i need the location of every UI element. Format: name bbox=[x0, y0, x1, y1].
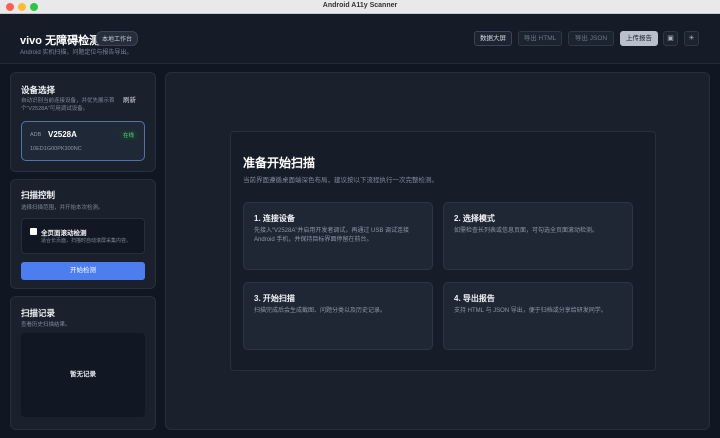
device-card-desc: 自动识别当前连接设备，并优先展示首个“V2528A”可用调试设备。 bbox=[21, 98, 115, 112]
scan-control-card: 扫描控制 选择扫描范围，并开始本次检测。 全页面滚动检测 适合长页面，扫描时自动… bbox=[10, 179, 156, 289]
save-icon[interactable]: ▣ bbox=[663, 31, 678, 46]
getting-started-title: 准备开始扫描 bbox=[243, 156, 316, 170]
getting-started-panel: 准备开始扫描 当前界面遵循桌面端深色布局，建议按以下流程执行一次完整检测。 1.… bbox=[230, 131, 656, 371]
scan-control-desc: 选择扫描范围，并开始本次检测。 bbox=[21, 205, 104, 211]
step-desc: 支持 HTML 与 JSON 导出，便于归档或分享给研发同学。 bbox=[454, 308, 607, 314]
step-card: 3. 开始扫描 扫描完成后会生成截图、问题分类以及历史记录。 bbox=[243, 282, 433, 350]
step-card: 2. 选择模式 如需检查长列表或信息页面，可勾选全页面滚动检测。 bbox=[443, 202, 633, 270]
step-card: 4. 导出报告 支持 HTML 与 JSON 导出，便于归档或分享给研发同学。 bbox=[443, 282, 633, 350]
step-title: 3. 开始扫描 bbox=[254, 294, 295, 303]
app-subtitle: Android 实机扫描，问题定位与报告导出。 bbox=[20, 50, 133, 56]
device-status-badge: 在线 bbox=[118, 130, 138, 140]
device-serial: 10ED1G00PK300NC bbox=[30, 146, 82, 152]
device-item[interactable]: ADB V2528A 在线 10ED1G00PK300NC bbox=[21, 121, 145, 161]
step-desc: 先接入“V2528A”并启用开发者调试，再通过 USB 调试连接 Android… bbox=[254, 228, 410, 243]
app-brand: vivo 无障碍检测 bbox=[20, 35, 101, 47]
refresh-button[interactable]: 刷新 bbox=[123, 94, 136, 104]
dashboard-button[interactable]: 数据大屏 bbox=[474, 31, 512, 46]
full-page-scroll-desc: 适合长页面，扫描时自动滚屏采集内容。 bbox=[41, 238, 132, 244]
app-header: vivo 无障碍检测 本地工作台 Android 实机扫描，问题定位与报告导出。… bbox=[0, 14, 720, 64]
theme-toggle-icon[interactable]: ☀ bbox=[684, 31, 699, 46]
device-model: V2528A bbox=[48, 130, 77, 139]
window-title: Android A11y Scanner bbox=[322, 2, 398, 9]
scan-control-title: 扫描控制 bbox=[21, 190, 56, 200]
step-title: 1. 连接设备 bbox=[254, 214, 295, 223]
upload-report-button[interactable]: 上传报告 bbox=[620, 31, 658, 46]
history-empty-state: 暂无记录 bbox=[21, 333, 145, 417]
device-icon: ADB bbox=[30, 132, 42, 138]
full-page-scroll-option[interactable]: 全页面滚动检测 适合长页面，扫描时自动滚屏采集内容。 bbox=[21, 218, 145, 254]
full-page-scroll-label: 全页面滚动检测 bbox=[41, 230, 87, 237]
main-panel: 准备开始扫描 当前界面遵循桌面端深色布局，建议按以下流程执行一次完整检测。 1.… bbox=[165, 72, 710, 430]
export-json-button[interactable]: 导出 JSON bbox=[568, 31, 614, 46]
step-title: 4. 导出报告 bbox=[454, 294, 495, 303]
history-card: 扫描记录 查看历史扫描结果。 暂无记录 bbox=[10, 296, 156, 430]
step-card: 1. 连接设备 先接入“V2528A”并启用开发者调试，再通过 USB 调试连接… bbox=[243, 202, 433, 270]
window-titlebar: Android A11y Scanner bbox=[0, 0, 720, 14]
device-card-title: 设备选择 bbox=[21, 85, 56, 95]
full-page-scroll-checkbox[interactable] bbox=[30, 228, 37, 235]
getting-started-desc: 当前界面遵循桌面端深色布局，建议按以下流程执行一次完整检测。 bbox=[243, 177, 438, 184]
history-desc: 查看历史扫描结果。 bbox=[21, 322, 71, 328]
export-html-button[interactable]: 导出 HTML bbox=[518, 31, 562, 46]
workspace-badge: 本地工作台 bbox=[96, 31, 139, 46]
step-title: 2. 选择模式 bbox=[454, 214, 495, 223]
step-desc: 扫描完成后会生成截图、问题分类以及历史记录。 bbox=[254, 308, 387, 314]
history-title: 扫描记录 bbox=[21, 308, 56, 318]
step-desc: 如需检查长列表或信息页面，可勾选全页面滚动检测。 bbox=[454, 228, 599, 234]
device-card: 设备选择 刷新 自动识别当前连接设备，并优先展示首个“V2528A”可用调试设备… bbox=[10, 72, 156, 172]
start-scan-button[interactable]: 开始检测 bbox=[21, 262, 145, 280]
